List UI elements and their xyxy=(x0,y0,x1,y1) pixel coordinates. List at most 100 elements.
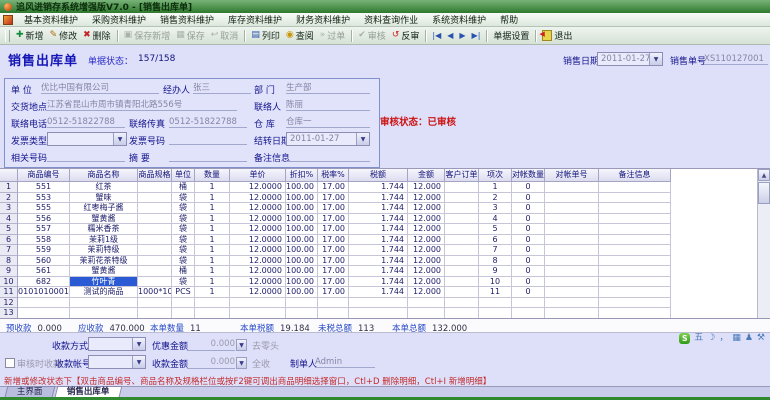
scroll-up-icon[interactable]: ▲ xyxy=(758,169,770,181)
table-row[interactable]: 13 xyxy=(0,308,770,319)
chevron-down-icon[interactable]: ▼ xyxy=(236,339,247,351)
table-cell-amount[interactable]: 12.000 xyxy=(408,213,445,224)
toolbar-button-edit[interactable]: ✎ 修改 xyxy=(47,28,81,43)
table-cell-spec[interactable] xyxy=(138,308,172,319)
table-cell-unit[interactable]: 桶 xyxy=(172,266,195,277)
warehouse-input[interactable]: 仓库一 xyxy=(286,116,370,128)
table-cell-recon_qty[interactable]: 0 xyxy=(512,266,545,277)
table-cell-name[interactable]: 竹叶青 xyxy=(70,276,138,287)
table-cell-tax_rate[interactable] xyxy=(318,308,349,319)
table-cell-unit[interactable]: 袋 xyxy=(172,213,195,224)
table-cell-note[interactable] xyxy=(599,203,671,214)
table-cell-qty[interactable]: 1 xyxy=(195,266,230,277)
table-cell-note[interactable] xyxy=(599,234,671,245)
table-cell-no[interactable]: 8 xyxy=(0,255,18,266)
table-cell-tax[interactable]: 1.744 xyxy=(349,182,408,193)
moon-icon[interactable]: ☽ xyxy=(707,333,715,344)
table-row[interactable]: 1 551 红茶桶 1 12.0000 100.00 17.00 1.744 12.000 1 0 xyxy=(0,182,770,193)
table-cell-no[interactable]: 6 xyxy=(0,234,18,245)
sogou-icon[interactable]: S xyxy=(679,333,691,344)
table-cell-order[interactable] xyxy=(445,276,479,287)
table-cell-unit[interactable]: PCS xyxy=(172,287,195,298)
table-cell-recon_no[interactable] xyxy=(545,192,599,203)
table-cell-code[interactable] xyxy=(18,308,70,319)
table-cell-amount[interactable]: 12.000 xyxy=(408,287,445,298)
table-cell-no[interactable]: 9 xyxy=(0,266,18,277)
agent-input[interactable]: 张三 xyxy=(193,82,251,94)
sale-date-combo[interactable]: 2011-01-27 ▼ xyxy=(597,52,663,66)
table-cell-no[interactable]: 7 xyxy=(0,245,18,256)
table-cell-price[interactable]: 12.0000 xyxy=(230,266,286,277)
table-cell-tax[interactable]: 1.744 xyxy=(349,213,408,224)
table-cell-unit[interactable]: 袋 xyxy=(172,192,195,203)
table-cell-tax_rate[interactable] xyxy=(318,297,349,308)
table-cell-price[interactable]: 12.0000 xyxy=(230,276,286,287)
table-cell-seq[interactable]: 9 xyxy=(479,266,512,277)
table-cell-note[interactable] xyxy=(599,224,671,235)
table-cell-seq[interactable]: 3 xyxy=(479,203,512,214)
menu-item-库存资料维护[interactable]: 库存资料维护 xyxy=(221,13,289,26)
table-cell-recon_no[interactable] xyxy=(545,276,599,287)
table-cell-code[interactable]: 551 xyxy=(18,182,70,193)
fax-input[interactable]: 0512-51822788 xyxy=(169,116,247,128)
table-cell-tax_rate[interactable]: 17.00 xyxy=(318,234,349,245)
vertical-scrollbar[interactable]: ▲ xyxy=(757,169,770,318)
table-cell-code[interactable]: 556 xyxy=(18,213,70,224)
table-cell-recon_qty[interactable]: 0 xyxy=(512,192,545,203)
note-input[interactable] xyxy=(286,150,370,162)
sale-no-input[interactable]: XS110127001 xyxy=(704,53,768,65)
table-cell-unit[interactable]: 袋 xyxy=(172,224,195,235)
table-cell-name[interactable]: 红枣梅子酱 xyxy=(70,203,138,214)
phone-input[interactable]: 0512-51822788 xyxy=(47,116,125,128)
dept-input[interactable]: 生产部 xyxy=(286,82,370,94)
table-cell-qty[interactable]: 1 xyxy=(195,213,230,224)
table-cell-order[interactable] xyxy=(445,245,479,256)
table-cell-amount[interactable] xyxy=(408,297,445,308)
table-cell-tax[interactable] xyxy=(349,297,408,308)
table-cell-tax[interactable]: 1.744 xyxy=(349,287,408,298)
table-row[interactable]: 9 561 蟹黄酱桶 1 12.0000 100.00 17.00 1.744 12.000 9 0 xyxy=(0,266,770,277)
table-cell-price[interactable]: 12.0000 xyxy=(230,213,286,224)
table-cell-recon_qty[interactable]: 0 xyxy=(512,255,545,266)
table-cell-amount[interactable]: 12.000 xyxy=(408,245,445,256)
table-cell-spec[interactable] xyxy=(138,266,172,277)
table-cell-discount[interactable]: 100.00 xyxy=(286,224,318,235)
table-cell-tax[interactable]: 1.744 xyxy=(349,276,408,287)
scrollbar-thumb[interactable] xyxy=(758,182,770,204)
table-cell-spec[interactable] xyxy=(138,297,172,308)
table-cell-code[interactable]: 682 xyxy=(18,276,70,287)
table-cell-no[interactable]: 12 xyxy=(0,297,18,308)
table-cell-seq[interactable]: 5 xyxy=(479,224,512,235)
table-cell-recon_no[interactable] xyxy=(545,203,599,214)
table-cell-discount[interactable]: 100.00 xyxy=(286,287,318,298)
table-cell-code[interactable]: 559 xyxy=(18,245,70,256)
table-cell-discount[interactable]: 100.00 xyxy=(286,266,318,277)
table-cell-note[interactable] xyxy=(599,308,671,319)
table-cell-no[interactable]: 2 xyxy=(0,192,18,203)
table-cell-order[interactable] xyxy=(445,308,479,319)
table-cell-name[interactable]: 茉莉花茶特级 xyxy=(70,255,138,266)
table-cell-name[interactable] xyxy=(70,297,138,308)
table-cell-order[interactable] xyxy=(445,192,479,203)
table-cell-unit[interactable]: 袋 xyxy=(172,203,195,214)
table-cell-recon_qty[interactable]: 0 xyxy=(512,224,545,235)
table-cell-spec[interactable] xyxy=(138,224,172,235)
keyboard-icon[interactable]: ▦ xyxy=(732,333,741,344)
table-cell-recon_qty[interactable]: 0 xyxy=(512,287,545,298)
nav-last-button[interactable]: ▶| xyxy=(469,30,484,41)
table-cell-note[interactable] xyxy=(599,245,671,256)
table-cell-tax_rate[interactable]: 17.00 xyxy=(318,287,349,298)
table-cell-tax_rate[interactable]: 17.00 xyxy=(318,182,349,193)
table-cell-qty[interactable]: 1 xyxy=(195,192,230,203)
tab-销售出库单[interactable]: 销售出库单 xyxy=(54,386,122,397)
table-cell-price[interactable]: 12.0000 xyxy=(230,203,286,214)
table-cell-name[interactable]: 茉莉1级 xyxy=(70,234,138,245)
table-cell-price[interactable] xyxy=(230,308,286,319)
table-cell-no[interactable]: 1 xyxy=(0,182,18,193)
table-cell-recon_qty[interactable]: 0 xyxy=(512,276,545,287)
table-cell-unit[interactable]: 袋 xyxy=(172,276,195,287)
table-cell-recon_no[interactable] xyxy=(545,287,599,298)
table-cell-recon_no[interactable] xyxy=(545,245,599,256)
menu-item-采购资料维护[interactable]: 采购资料维护 xyxy=(85,13,153,26)
toolbar-button-print[interactable]: ▤ 列印 xyxy=(248,28,283,43)
